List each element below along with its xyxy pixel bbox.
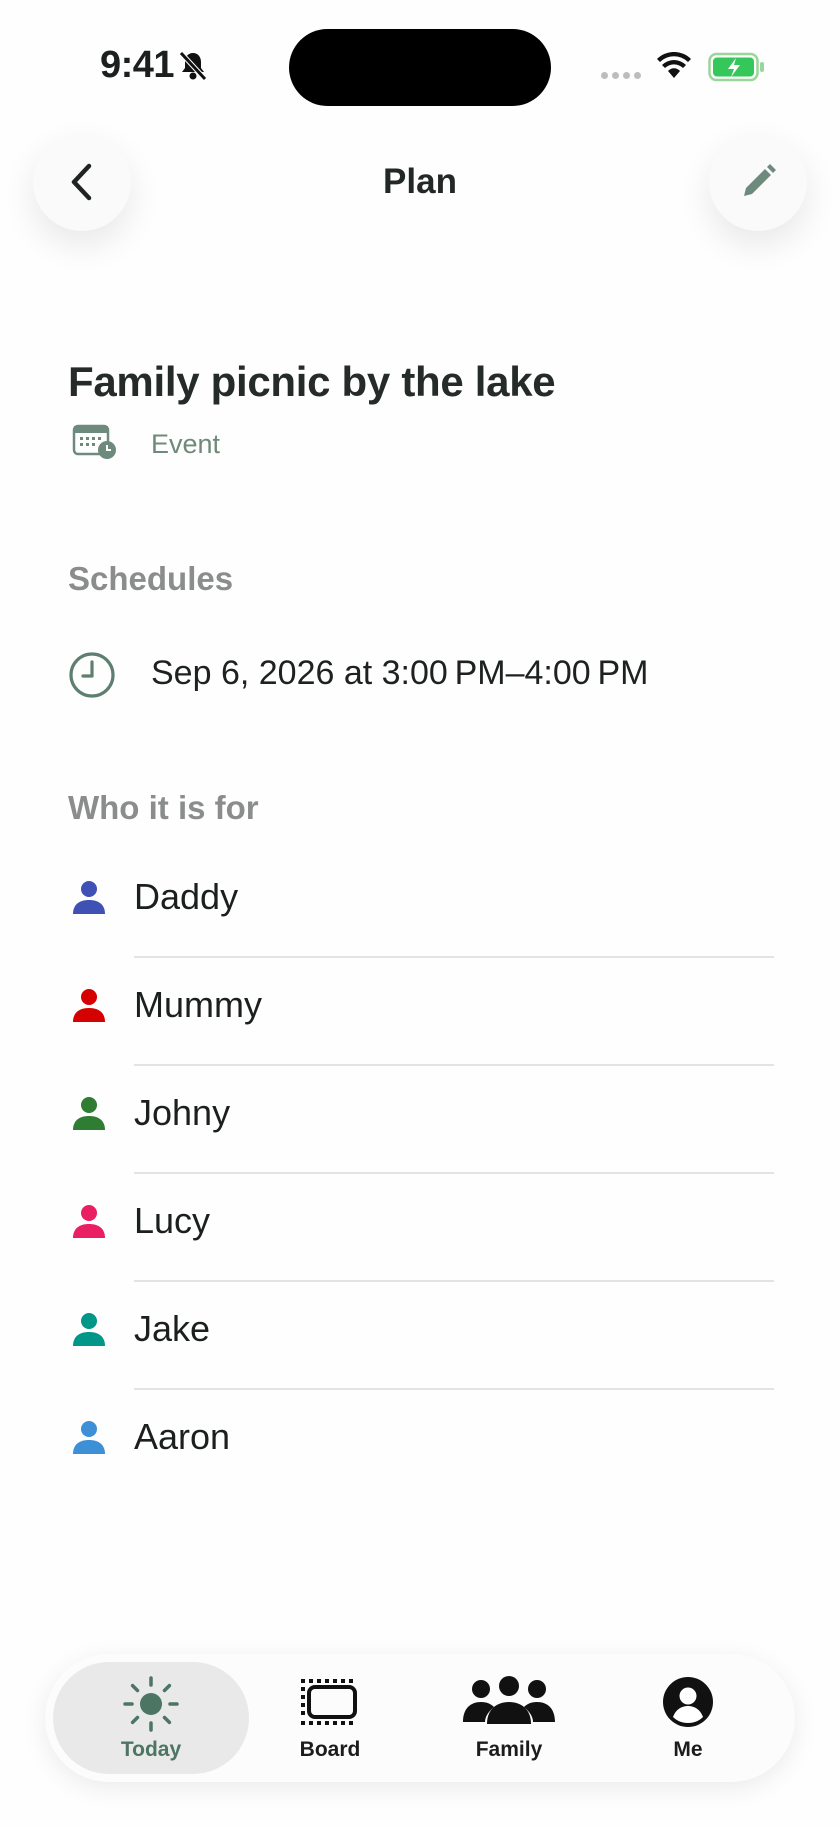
- tab-label: Me: [673, 1738, 703, 1761]
- person-name: Mummy: [134, 984, 262, 1025]
- person-name: Daddy: [134, 876, 239, 917]
- tab-today[interactable]: Today: [53, 1654, 249, 1782]
- person-icon: [72, 880, 106, 921]
- sun-icon: [53, 1676, 249, 1732]
- person-icon: [72, 988, 106, 1029]
- board-icon: [240, 1676, 420, 1728]
- person-icon: [72, 1204, 106, 1245]
- tab-board[interactable]: Board: [240, 1654, 420, 1782]
- pencil-icon: [744, 164, 776, 196]
- tab-label: Today: [120, 1738, 182, 1761]
- battery-charging-icon: [708, 52, 766, 87]
- schedules-heading: Schedules: [68, 560, 234, 597]
- dynamic-island: [289, 29, 551, 106]
- tab-label: Board: [299, 1738, 361, 1761]
- person-row-jake[interactable]: Jake: [68, 1282, 774, 1390]
- person-name: Aaron: [134, 1416, 231, 1457]
- silent-bell-icon: [178, 50, 208, 87]
- person-name: Jake: [134, 1308, 211, 1349]
- who-it-is-for-heading: Who it is for: [68, 789, 259, 826]
- person-icon: [72, 1312, 106, 1353]
- person-name: Lucy: [134, 1200, 211, 1241]
- plan-title: Family picnic by the lake: [68, 358, 556, 405]
- tab-label: Family: [475, 1738, 543, 1761]
- tab-me[interactable]: Me: [598, 1654, 778, 1782]
- cellular-signal-icon: [601, 72, 641, 79]
- person-row-lucy[interactable]: Lucy: [68, 1174, 774, 1282]
- person-icon: [72, 1420, 106, 1461]
- wifi-icon: [656, 51, 692, 85]
- person-icon: [72, 1096, 106, 1137]
- person-row-aaron[interactable]: Aaron: [68, 1390, 774, 1498]
- tab-family[interactable]: Family: [419, 1654, 599, 1782]
- schedule-time-range[interactable]: Sep 6, 2026 at 3:00 PM–4:00 PM: [151, 654, 649, 693]
- edit-button[interactable]: [709, 133, 807, 231]
- account-circle-icon: [598, 1676, 778, 1728]
- person-row-daddy[interactable]: Daddy: [68, 850, 774, 958]
- person-row-mummy[interactable]: Mummy: [68, 958, 774, 1066]
- clock-icon: [68, 651, 116, 704]
- family-icon: [419, 1676, 599, 1726]
- person-name: Johny: [134, 1092, 231, 1133]
- plan-type-label: Event: [151, 429, 221, 459]
- tab-bar: Today Board Family Me: [45, 1654, 795, 1782]
- status-time: 9:41: [100, 44, 175, 86]
- person-row-johny[interactable]: Johny: [68, 1066, 774, 1174]
- calendar-clock-icon: [72, 422, 118, 465]
